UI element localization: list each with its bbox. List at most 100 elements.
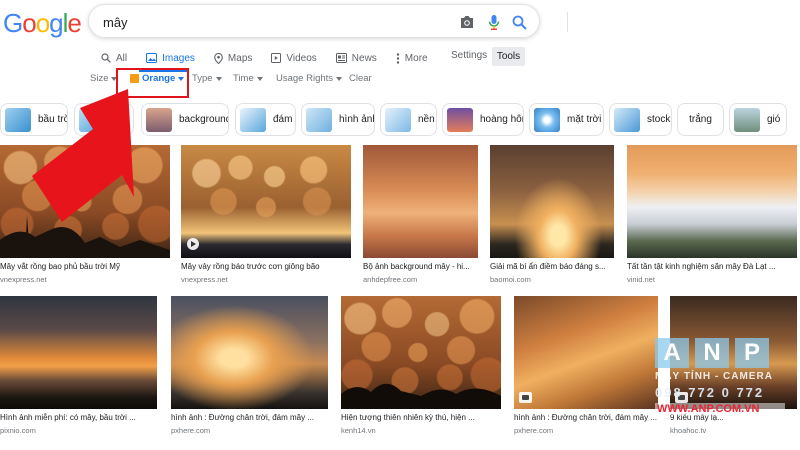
map-pin-icon <box>214 52 223 64</box>
search-icon[interactable] <box>510 13 528 31</box>
search-icon <box>101 53 111 63</box>
tab-more[interactable]: More <box>396 48 428 68</box>
image-result[interactable]: 9 kiểu mây lạ... khoahoc.tv <box>670 296 797 435</box>
result-thumbnail <box>627 145 797 258</box>
result-caption: hình ảnh : Đường chân trời, đám mây ... <box>171 413 315 422</box>
result-caption: Tất tần tật kinh nghiệm săn mây Đà Lạt .… <box>627 262 776 271</box>
chip-label: background <box>179 114 229 125</box>
chip-label: trắng <box>689 114 712 125</box>
result-thumbnail <box>514 296 658 409</box>
play-icon <box>187 238 199 250</box>
chip-nen[interactable]: nền <box>380 103 437 136</box>
chip-thumbnail <box>734 107 760 132</box>
result-caption: Mây vảy rồng báo trước cơn giông bão <box>181 262 320 271</box>
chevron-down-icon <box>256 76 263 81</box>
chip-label: mặt trời <box>567 114 602 125</box>
result-source: pxhere.com <box>171 426 211 435</box>
chip-background[interactable]: background <box>141 103 229 136</box>
chip-n[interactable]: n <box>74 103 134 136</box>
result-thumbnail <box>0 145 170 258</box>
chip-label: bầu trời <box>38 114 67 125</box>
news-icon <box>335 53 347 63</box>
search-tabs: All Images Maps Videos News More <box>101 48 447 68</box>
tab-all[interactable]: All <box>101 48 127 68</box>
image-result[interactable]: Bộ ảnh background mây - hi... anhdepfree… <box>363 145 478 284</box>
result-source: vnexpress.net <box>181 275 228 284</box>
image-result[interactable]: Mây vảy rồng báo trước cơn giông bão vne… <box>181 145 351 284</box>
chip-bau-troi[interactable]: bầu trời <box>0 103 68 136</box>
chip-gio[interactable]: gió <box>729 103 787 136</box>
filter-type[interactable]: Type <box>192 73 222 84</box>
google-logo[interactable]: Google <box>3 8 82 39</box>
filter-size-label: Size <box>90 73 109 84</box>
image-result[interactable]: Giải mã bí ẩn điềm báo đáng s... baomoi.… <box>490 145 614 284</box>
filter-usage-rights[interactable]: Usage Rights <box>276 73 343 84</box>
chip-thumbnail <box>79 107 105 132</box>
chip-thumbnail <box>5 107 31 132</box>
image-result[interactable]: Hình ảnh miễn phí: có mây, bầu trời ... … <box>0 296 157 435</box>
chip-thumbnail <box>447 107 473 132</box>
result-caption: hình ảnh : Đường chân trời, đám mây ... <box>514 413 658 422</box>
image-result[interactable]: Tất tần tật kinh nghiệm săn mây Đà Lạt .… <box>627 145 797 284</box>
chip-label: hình ảnh <box>339 114 375 125</box>
filter-time-label: Time <box>233 73 254 84</box>
result-thumbnail <box>341 296 501 409</box>
microphone-icon[interactable] <box>485 13 503 31</box>
image-icon <box>146 53 158 63</box>
filter-clear-label: Clear <box>349 73 372 84</box>
chip-thumbnail <box>240 107 266 132</box>
video-icon <box>271 53 282 63</box>
tab-label: News <box>351 52 377 64</box>
result-source: vinid.net <box>627 275 655 284</box>
result-caption: 9 kiểu mây lạ... <box>670 413 724 422</box>
tab-maps[interactable]: Maps <box>214 48 252 68</box>
more-dots-icon <box>396 52 399 64</box>
tab-videos[interactable]: Videos <box>271 48 317 68</box>
filter-usage-label: Usage Rights <box>276 73 334 84</box>
result-caption: Mây vắt rồng bao phủ bầu trời Mỹ <box>0 262 120 271</box>
result-source: pxhere.com <box>514 426 554 435</box>
result-source: vnexpress.net <box>0 275 47 284</box>
filter-clear[interactable]: Clear <box>349 73 372 84</box>
search-input[interactable] <box>103 13 433 31</box>
result-caption: Hình ảnh miễn phí: có mây, bầu trời ... <box>0 413 136 422</box>
chip-hoang-hon[interactable]: hoàng hôn <box>442 103 524 136</box>
chip-thumbnail <box>614 107 640 132</box>
chip-dam[interactable]: đám <box>235 103 296 136</box>
camera-icon[interactable] <box>458 13 476 31</box>
image-result[interactable]: Hiện tượng thiên nhiên kỳ thú, hiện ... … <box>341 296 501 435</box>
result-source: kenh14.vn <box>341 426 376 435</box>
result-thumbnail <box>363 145 478 258</box>
chip-label: nền <box>418 114 435 125</box>
chip-label: đám <box>273 114 293 125</box>
result-thumbnail <box>670 296 797 409</box>
tools-button[interactable]: Tools <box>492 47 525 66</box>
result-thumbnail <box>0 296 157 409</box>
result-caption: Hiện tượng thiên nhiên kỳ thú, hiện ... <box>341 413 475 422</box>
tab-label: Images <box>162 52 195 64</box>
result-thumbnail <box>181 145 351 258</box>
chip-thumbnail <box>385 107 411 132</box>
search-box[interactable] <box>88 4 568 38</box>
result-source: khoahoc.tv <box>670 426 707 435</box>
chip-trang[interactable]: trắng <box>677 103 724 136</box>
tab-label: All <box>116 52 128 64</box>
filter-type-label: Type <box>192 73 213 84</box>
settings-link[interactable]: Settings <box>451 50 487 61</box>
image-result[interactable]: hình ảnh : Đường chân trời, đám mây ... … <box>514 296 658 435</box>
chip-hinh-anh[interactable]: hình ảnh <box>301 103 375 136</box>
filter-time[interactable]: Time <box>233 73 263 84</box>
tab-label: Videos <box>286 52 317 64</box>
image-result[interactable]: Mây vắt rồng bao phủ bầu trời Mỹ vnexpre… <box>0 145 170 284</box>
chip-mat-troi[interactable]: mặt trời <box>529 103 604 136</box>
image-badge-icon <box>519 392 532 403</box>
tab-news[interactable]: News <box>335 48 377 68</box>
filter-size[interactable]: Size <box>90 73 118 84</box>
chip-stock[interactable]: stock <box>609 103 672 136</box>
image-result[interactable]: hình ảnh : Đường chân trời, đám mây ... … <box>171 296 328 435</box>
chevron-down-icon <box>336 76 343 81</box>
chevron-down-icon <box>215 76 222 81</box>
result-thumbnail <box>490 145 614 258</box>
result-source: anhdepfree.com <box>363 275 418 284</box>
tab-images[interactable]: Images <box>146 48 195 68</box>
